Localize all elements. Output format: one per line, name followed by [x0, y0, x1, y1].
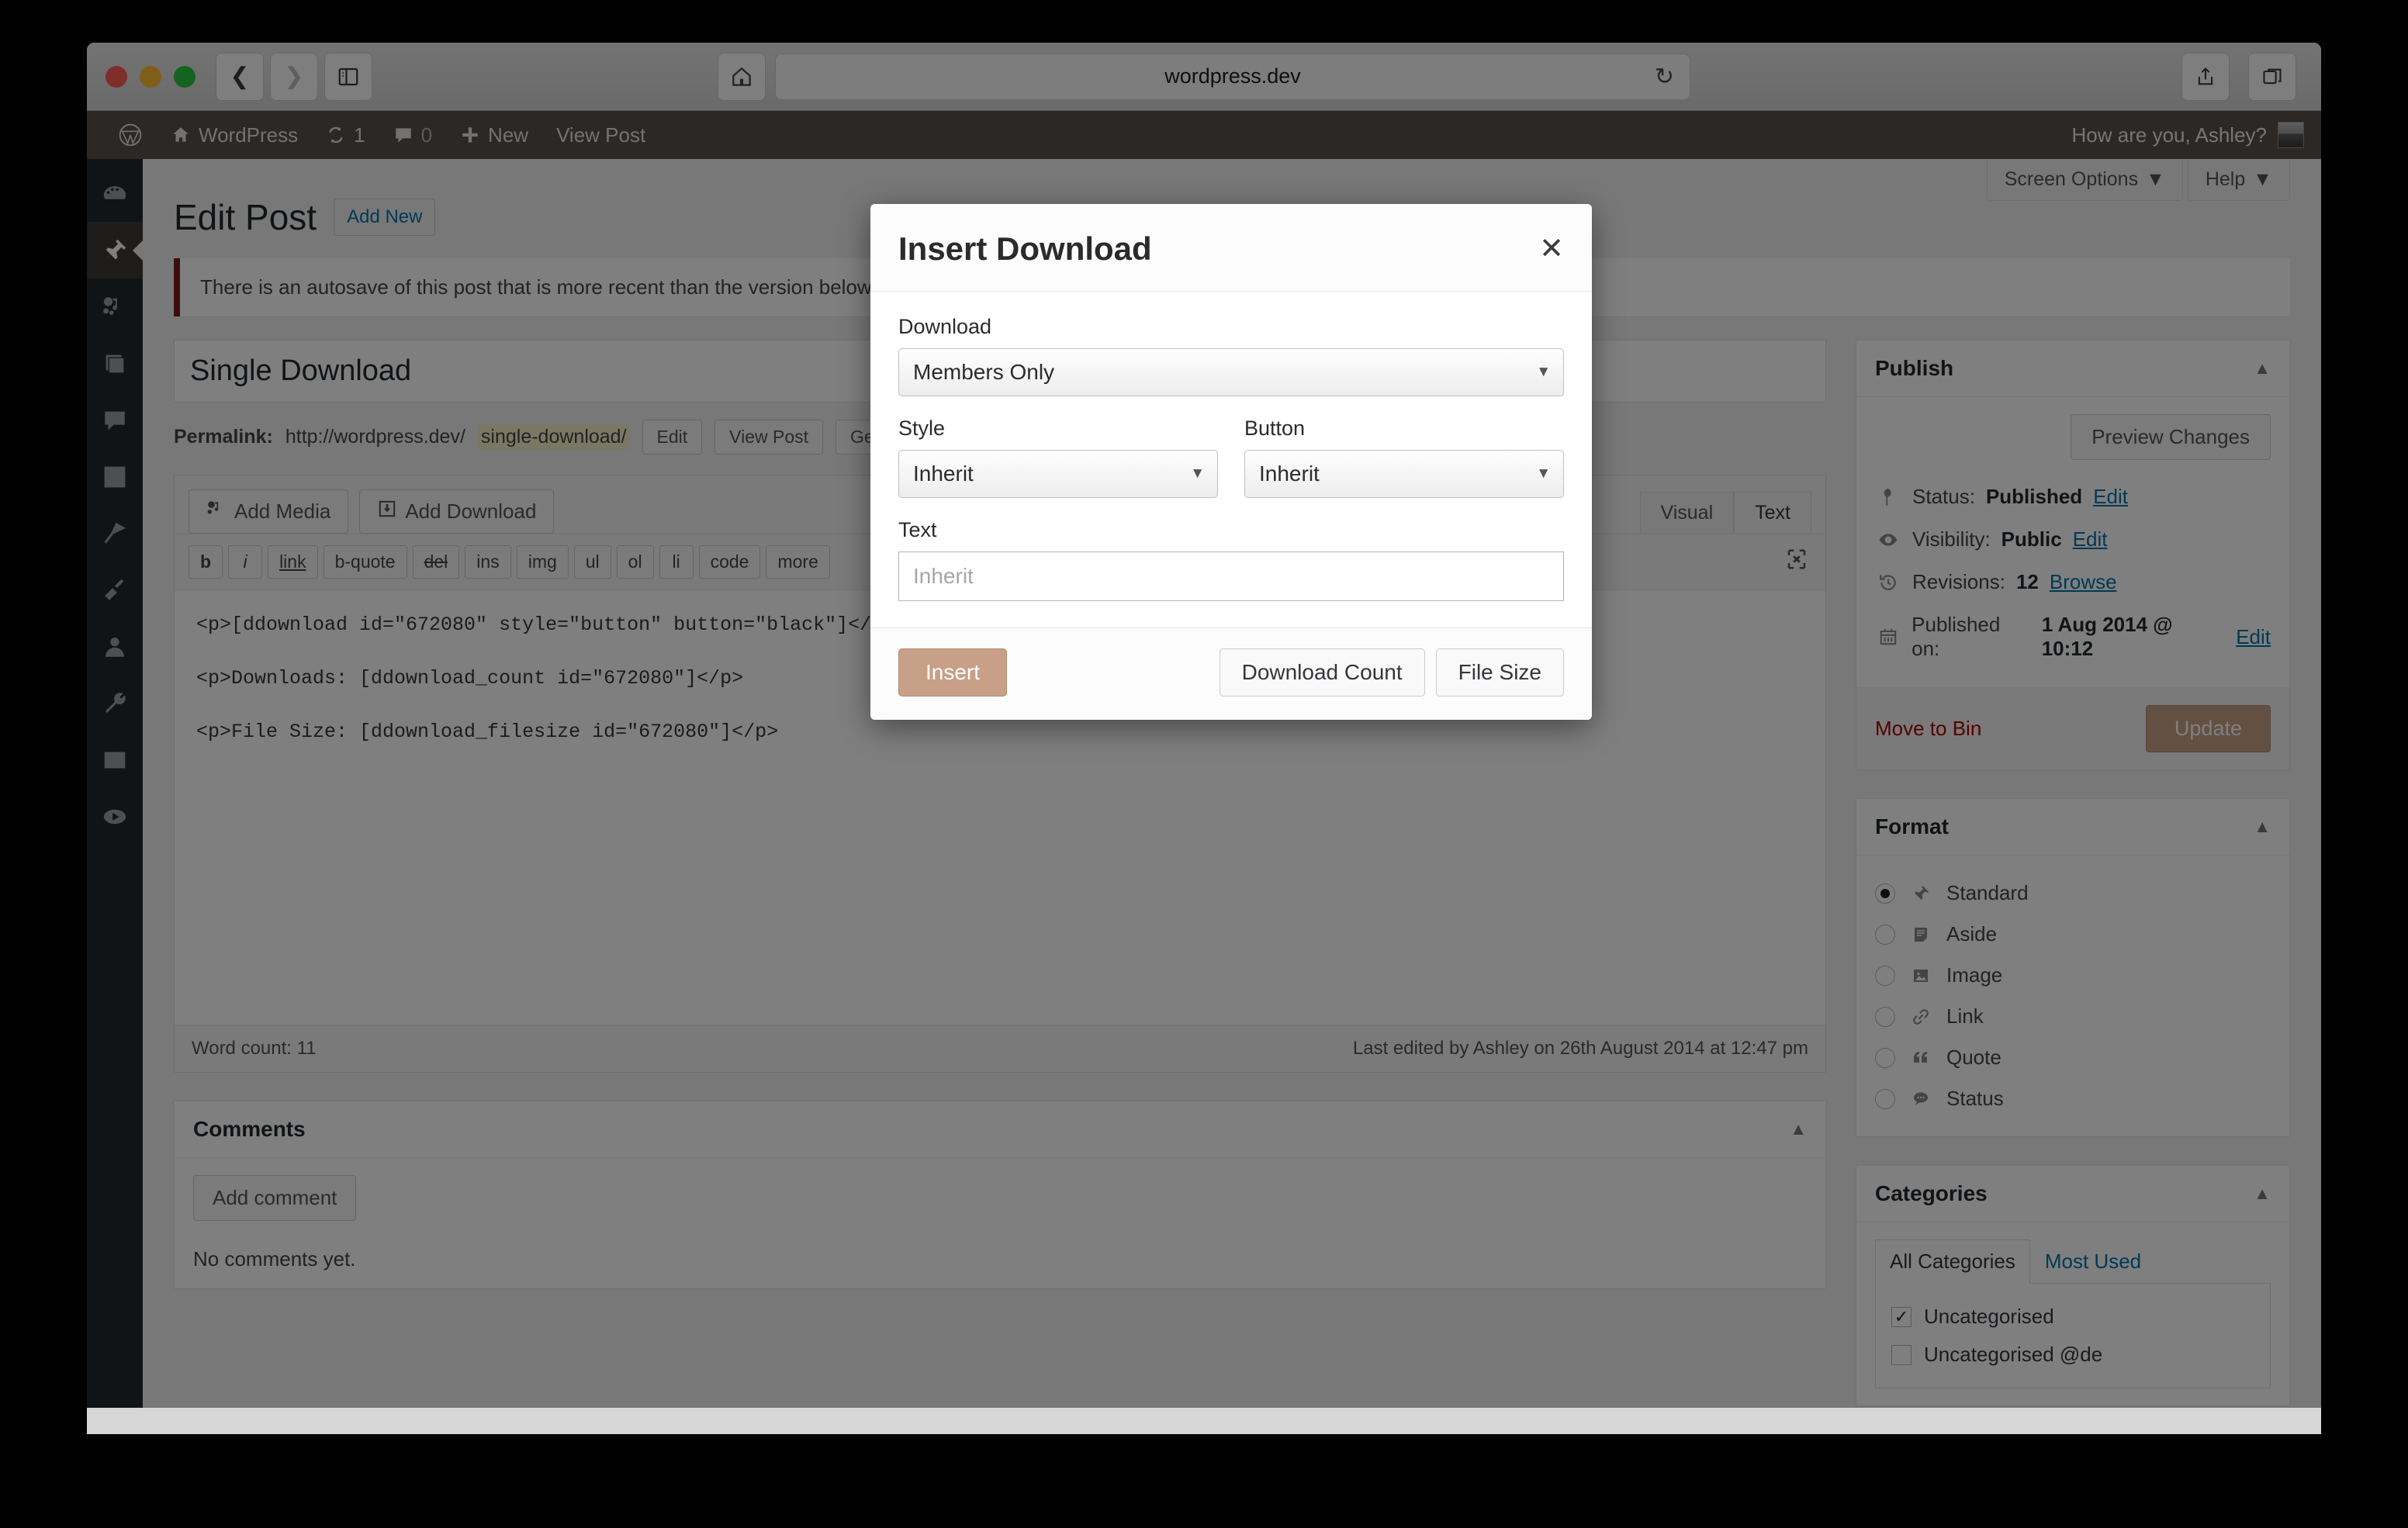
- style-button-row: Style Inherit ▼ Button Inherit ▼: [898, 417, 1564, 498]
- download-select[interactable]: Members Only ▼: [898, 348, 1564, 396]
- modal-title: Insert Download: [898, 230, 1152, 267]
- button-field-label: Button: [1244, 417, 1306, 440]
- close-icon[interactable]: ✕: [1539, 234, 1564, 264]
- text-field-group: Text: [898, 518, 1564, 601]
- text-field-label: Text: [898, 518, 937, 541]
- chevron-down-icon: ▼: [1536, 465, 1551, 482]
- browser-window: ❮ ❯ wordpress.dev ↻: [87, 43, 2321, 1408]
- modal-body: Download Members Only ▼ Style Inherit ▼ …: [870, 292, 1592, 627]
- modal-footer-right: Download Count File Size: [1219, 648, 1564, 697]
- download-field-label: Download: [898, 315, 992, 338]
- style-field-label: Style: [898, 417, 946, 440]
- button-field-group: Button Inherit ▼: [1244, 417, 1564, 498]
- chevron-down-icon: ▼: [1536, 364, 1551, 380]
- insert-download-modal: Insert Download ✕ Download Members Only …: [870, 204, 1592, 720]
- chevron-down-icon: ▼: [1190, 465, 1205, 482]
- style-field-group: Style Inherit ▼: [898, 417, 1218, 498]
- modal-footer: Insert Download Count File Size: [870, 627, 1592, 720]
- download-field-group: Download Members Only ▼: [898, 315, 1564, 396]
- modal-header: Insert Download ✕: [870, 204, 1592, 292]
- file-size-button[interactable]: File Size: [1435, 648, 1564, 697]
- window-bottom-strip: [87, 1408, 2321, 1434]
- style-select[interactable]: Inherit ▼: [898, 450, 1218, 498]
- download-select-value: Members Only: [913, 360, 1055, 384]
- insert-button[interactable]: Insert: [898, 648, 1008, 697]
- download-count-button[interactable]: Download Count: [1219, 648, 1425, 697]
- text-input[interactable]: [898, 551, 1564, 601]
- style-select-value: Inherit: [913, 462, 974, 486]
- button-select[interactable]: Inherit ▼: [1244, 450, 1564, 498]
- button-select-value: Inherit: [1259, 462, 1320, 486]
